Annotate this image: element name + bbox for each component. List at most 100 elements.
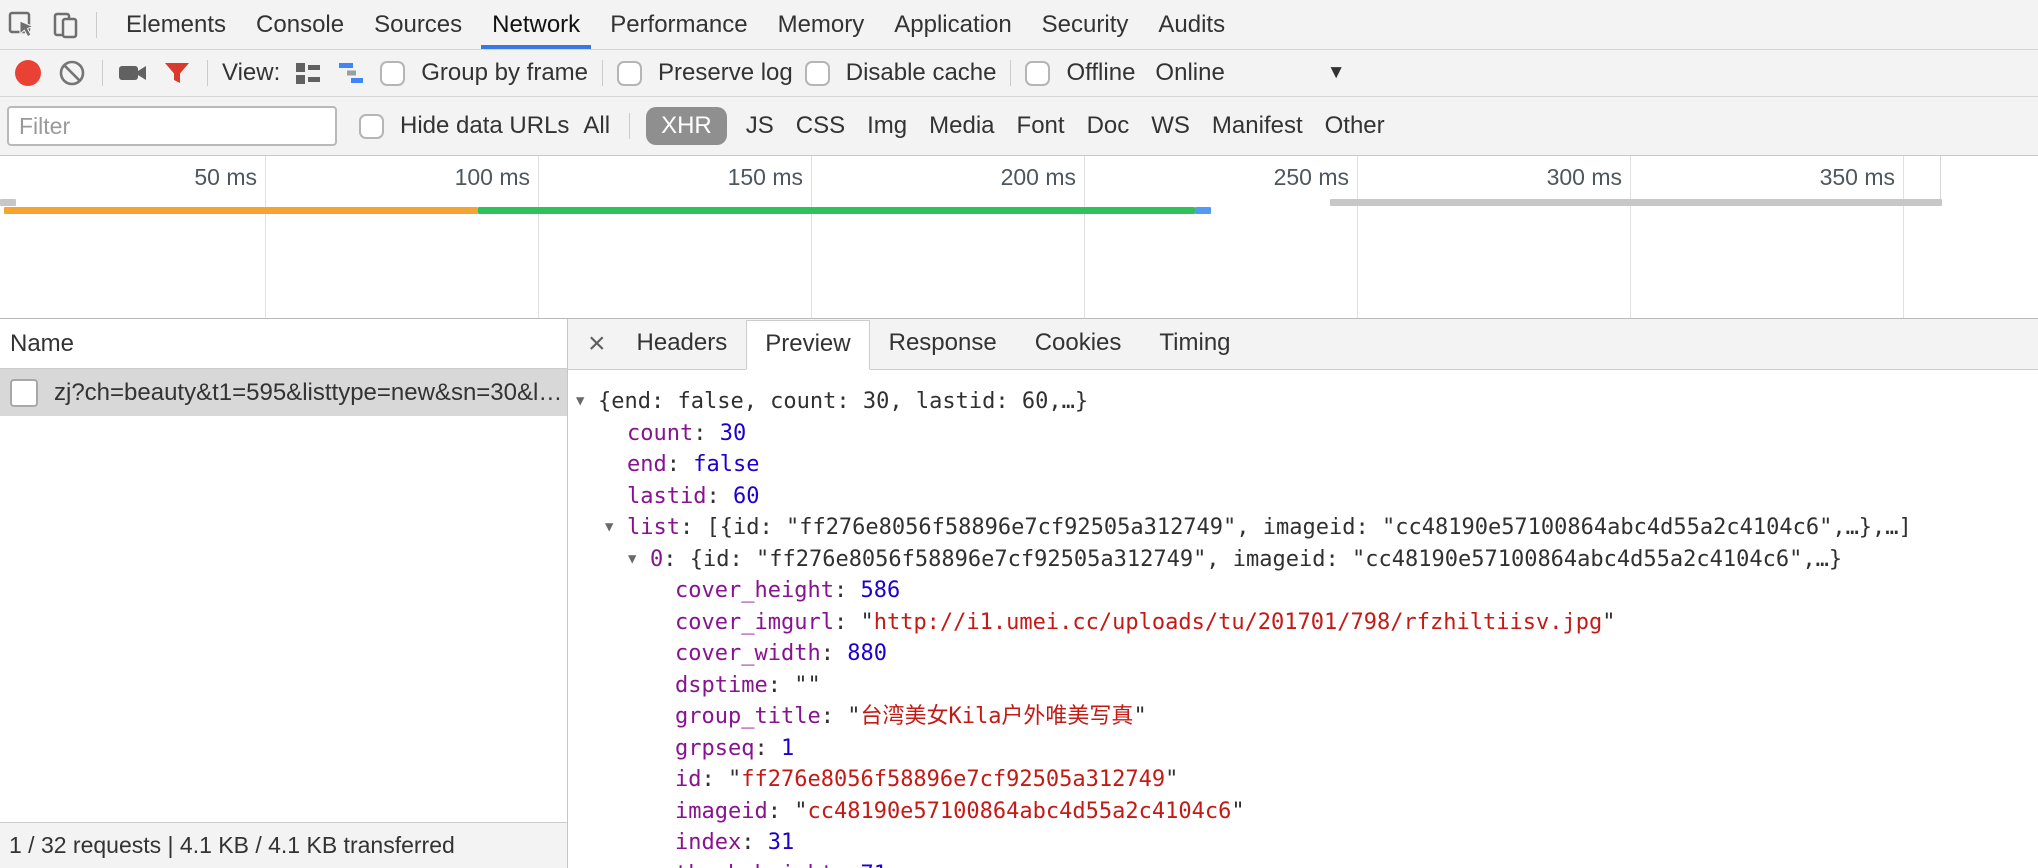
json-key: lastid bbox=[627, 484, 706, 509]
inspect-element-icon[interactable] bbox=[0, 0, 44, 49]
json-string: http://i1.umei.cc/uploads/tu/201701/798/… bbox=[874, 610, 1602, 635]
json-preview-tree[interactable]: ▼{end: false, count: 30, lastid: 60,…}co… bbox=[568, 370, 2038, 868]
ruler-tick-label: 300 ms bbox=[1472, 164, 1622, 191]
tree-row[interactable]: id: "ff276e8056f58896e7cf92505a312749" bbox=[568, 764, 2038, 796]
tab-security[interactable]: Security bbox=[1027, 0, 1144, 49]
tree-row[interactable]: group_title: "台湾美女Kila户外唯美写真" bbox=[568, 701, 2038, 733]
tab-audits[interactable]: Audits bbox=[1143, 0, 1240, 49]
json-key: dsptime bbox=[675, 673, 768, 698]
filter-type-img[interactable]: Img bbox=[867, 112, 907, 140]
json-text: " bbox=[728, 767, 741, 792]
tree-row[interactable]: ▼{end: false, count: 30, lastid: 60,…} bbox=[568, 386, 2038, 418]
tab-application[interactable]: Application bbox=[879, 0, 1026, 49]
separator bbox=[1010, 60, 1011, 86]
filter-input[interactable] bbox=[7, 106, 337, 146]
record-icon[interactable] bbox=[6, 50, 50, 96]
detail-tab-strip: × HeadersPreviewResponseCookiesTiming bbox=[568, 319, 2038, 370]
tree-row[interactable]: count: 30 bbox=[568, 418, 2038, 450]
json-number: false bbox=[693, 452, 759, 477]
filter-type-xhr[interactable]: XHR bbox=[646, 107, 727, 145]
expand-triangle-icon[interactable]: ▼ bbox=[576, 386, 598, 418]
tree-row[interactable]: grpseq: 1 bbox=[568, 733, 2038, 765]
request-bar-short bbox=[0, 199, 16, 206]
expand-triangle-icon[interactable]: ▼ bbox=[605, 512, 627, 544]
capture-screenshots-icon[interactable] bbox=[111, 50, 155, 96]
disable-cache-checkbox[interactable] bbox=[805, 61, 830, 86]
json-text: " bbox=[1231, 799, 1244, 824]
json-text: : bbox=[754, 736, 781, 761]
json-string: 台湾美女Kila户外唯美写真 bbox=[860, 704, 1133, 729]
json-text: : bbox=[834, 610, 861, 635]
close-icon[interactable]: × bbox=[576, 329, 618, 359]
json-text: " bbox=[860, 610, 873, 635]
expand-triangle-icon[interactable]: ▼ bbox=[628, 544, 650, 576]
json-text: : bbox=[834, 578, 861, 603]
filter-type-ws[interactable]: WS bbox=[1151, 112, 1190, 140]
ruler-gridline bbox=[265, 156, 266, 318]
ruler-gridline bbox=[1940, 156, 1941, 200]
tree-row[interactable]: index: 31 bbox=[568, 827, 2038, 859]
json-text: "" bbox=[794, 673, 821, 698]
json-text: : bbox=[821, 704, 848, 729]
tab-console[interactable]: Console bbox=[241, 0, 359, 49]
filter-funnel-icon[interactable] bbox=[155, 50, 199, 96]
preserve-log-checkbox[interactable] bbox=[617, 61, 642, 86]
filter-type-other[interactable]: Other bbox=[1325, 112, 1385, 140]
json-key: count bbox=[627, 421, 693, 446]
tab-elements[interactable]: Elements bbox=[111, 0, 241, 49]
tab-sources[interactable]: Sources bbox=[359, 0, 477, 49]
filter-type-all[interactable]: All bbox=[583, 112, 610, 140]
tree-row[interactable]: ▼list: [{id: "ff276e8056f58896e7cf92505a… bbox=[568, 512, 2038, 544]
tree-row-partial[interactable]: thumb_height: 71 bbox=[568, 859, 2038, 868]
network-overview[interactable]: 50 ms100 ms150 ms200 ms250 ms300 ms350 m… bbox=[0, 156, 2038, 319]
ruler-gridline bbox=[1357, 156, 1358, 318]
filter-type-manifest[interactable]: Manifest bbox=[1212, 112, 1303, 140]
request-checkbox[interactable] bbox=[10, 379, 38, 407]
filter-type-js[interactable]: JS bbox=[746, 112, 774, 140]
throttling-select[interactable]: Online bbox=[1155, 59, 1224, 87]
json-text: : bbox=[741, 830, 768, 855]
detail-tab-preview[interactable]: Preview bbox=[746, 320, 869, 370]
detail-tab-response[interactable]: Response bbox=[870, 319, 1016, 369]
request-row[interactable]: zj?ch=beauty&t1=595&listtype=new&sn=30&l… bbox=[0, 369, 567, 416]
detail-tab-timing[interactable]: Timing bbox=[1140, 319, 1249, 369]
tree-row[interactable]: end: false bbox=[568, 449, 2038, 481]
disable-cache-label: Disable cache bbox=[846, 59, 997, 87]
tab-performance[interactable]: Performance bbox=[595, 0, 762, 49]
device-toolbar-icon[interactable] bbox=[44, 0, 88, 49]
tree-row[interactable]: imageid: "cc48190e57100864abc4d55a2c4104… bbox=[568, 796, 2038, 828]
tree-row[interactable]: cover_height: 586 bbox=[568, 575, 2038, 607]
tab-memory[interactable]: Memory bbox=[763, 0, 880, 49]
ruler-tick-label: 350 ms bbox=[1745, 164, 1895, 191]
ruler-gridline bbox=[811, 156, 812, 318]
json-key: index bbox=[675, 830, 741, 855]
name-column-header[interactable]: Name bbox=[0, 319, 567, 369]
filter-type-doc[interactable]: Doc bbox=[1087, 112, 1130, 140]
group-by-frame-checkbox[interactable] bbox=[380, 61, 405, 86]
hide-data-urls-checkbox[interactable] bbox=[359, 114, 384, 139]
filter-type-css[interactable]: CSS bbox=[796, 112, 845, 140]
tree-row[interactable]: dsptime: "" bbox=[568, 670, 2038, 702]
detail-tab-cookies[interactable]: Cookies bbox=[1016, 319, 1141, 369]
selected-request-end bbox=[1195, 207, 1211, 214]
json-key: grpseq bbox=[675, 736, 754, 761]
filter-type-media[interactable]: Media bbox=[929, 112, 994, 140]
view-label: View: bbox=[222, 59, 280, 87]
chevron-down-icon[interactable]: ▼ bbox=[1327, 62, 1346, 84]
offline-checkbox[interactable] bbox=[1025, 61, 1050, 86]
json-text: : bbox=[706, 484, 733, 509]
panel-tabs: ElementsConsoleSourcesNetworkPerformance… bbox=[111, 0, 1240, 49]
tree-row[interactable]: ▼0: {id: "ff276e8056f58896e7cf92505a3127… bbox=[568, 544, 2038, 576]
separator bbox=[629, 113, 630, 139]
clear-icon[interactable] bbox=[50, 50, 94, 96]
detail-tab-headers[interactable]: Headers bbox=[618, 319, 747, 369]
json-text: : bbox=[768, 799, 795, 824]
tree-row[interactable]: lastid: 60 bbox=[568, 481, 2038, 513]
tree-row[interactable]: cover_imgurl: "http://i1.umei.cc/uploads… bbox=[568, 607, 2038, 639]
ruler-tick-label: 150 ms bbox=[653, 164, 803, 191]
small-request-rows-icon[interactable] bbox=[286, 50, 330, 96]
show-overview-icon[interactable] bbox=[330, 50, 374, 96]
tree-row[interactable]: cover_width: 880 bbox=[568, 638, 2038, 670]
tab-network[interactable]: Network bbox=[477, 0, 595, 49]
filter-type-font[interactable]: Font bbox=[1017, 112, 1065, 140]
